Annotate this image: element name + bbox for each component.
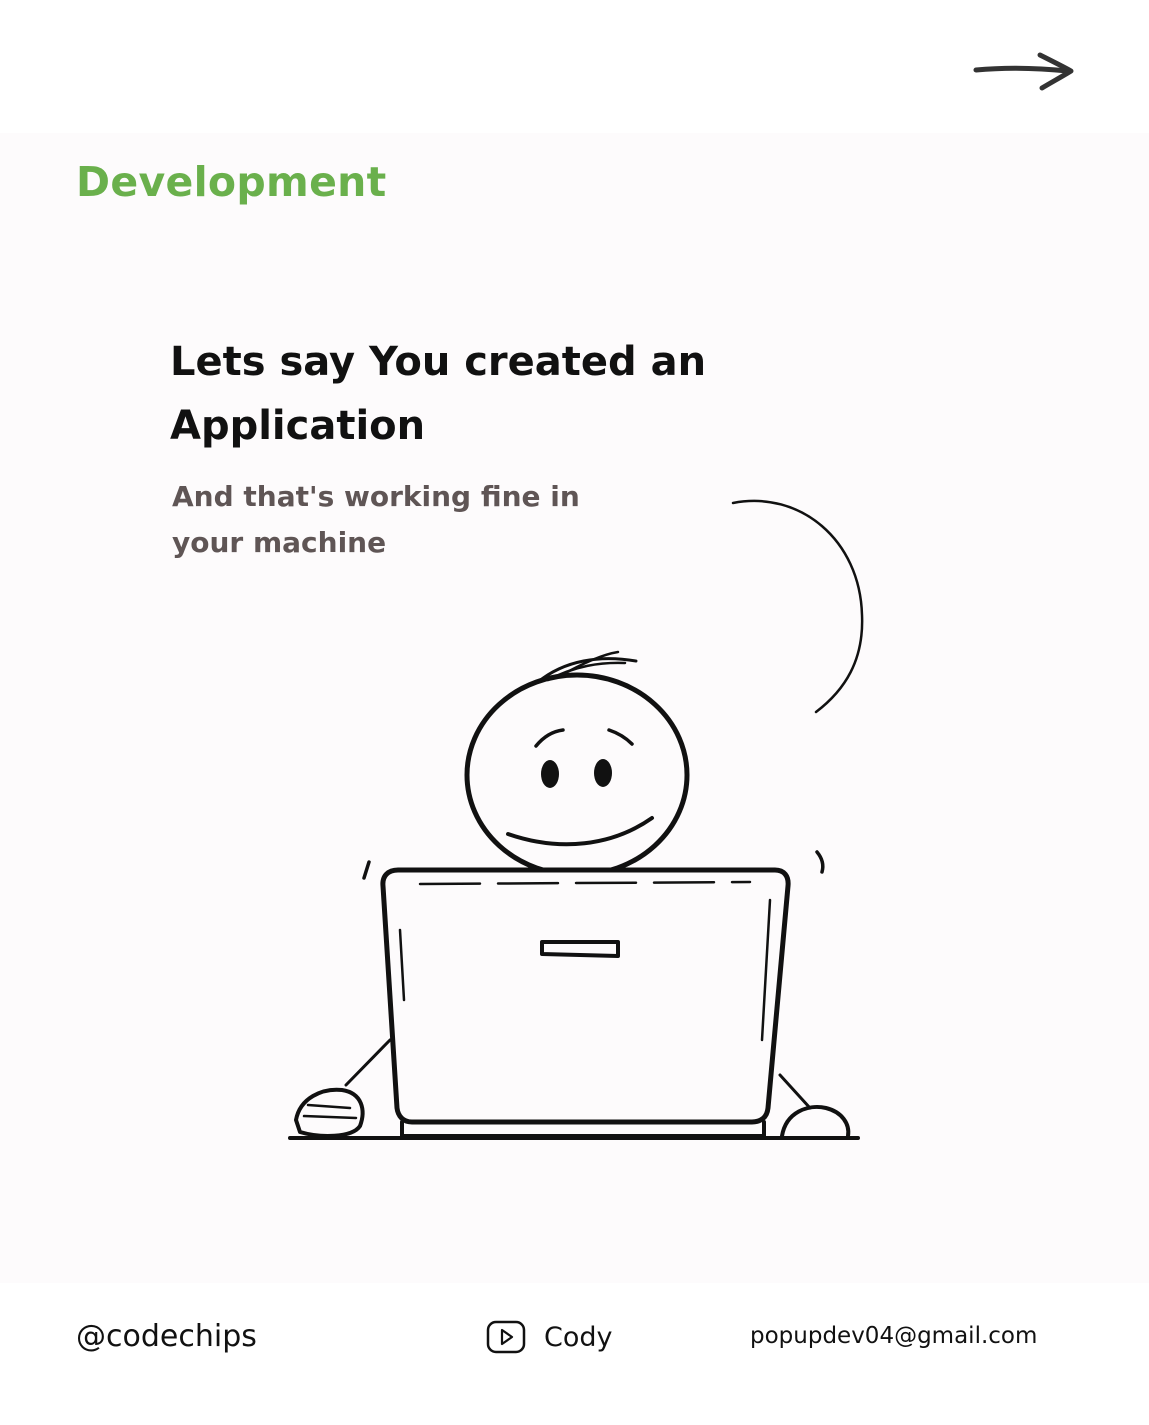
stick-figure-laptop-illustration	[288, 499, 864, 1140]
youtube-channel-link[interactable]: Cody	[486, 1317, 613, 1357]
social-handle[interactable]: @codechips	[76, 1319, 257, 1354]
slide-page: Development Lets say You created an Appl…	[0, 0, 1149, 1425]
headline: Lets say You created an Application	[170, 339, 707, 449]
contact-email[interactable]: popupdev04@gmail.com	[750, 1323, 1037, 1349]
arrow-right-icon[interactable]	[968, 46, 1080, 96]
youtube-play-icon	[486, 1320, 526, 1354]
category-label: Development	[76, 158, 387, 206]
channel-name: Cody	[544, 1321, 613, 1353]
footer: @codechips Cody popupdev04@gmail.com	[0, 1283, 1149, 1425]
